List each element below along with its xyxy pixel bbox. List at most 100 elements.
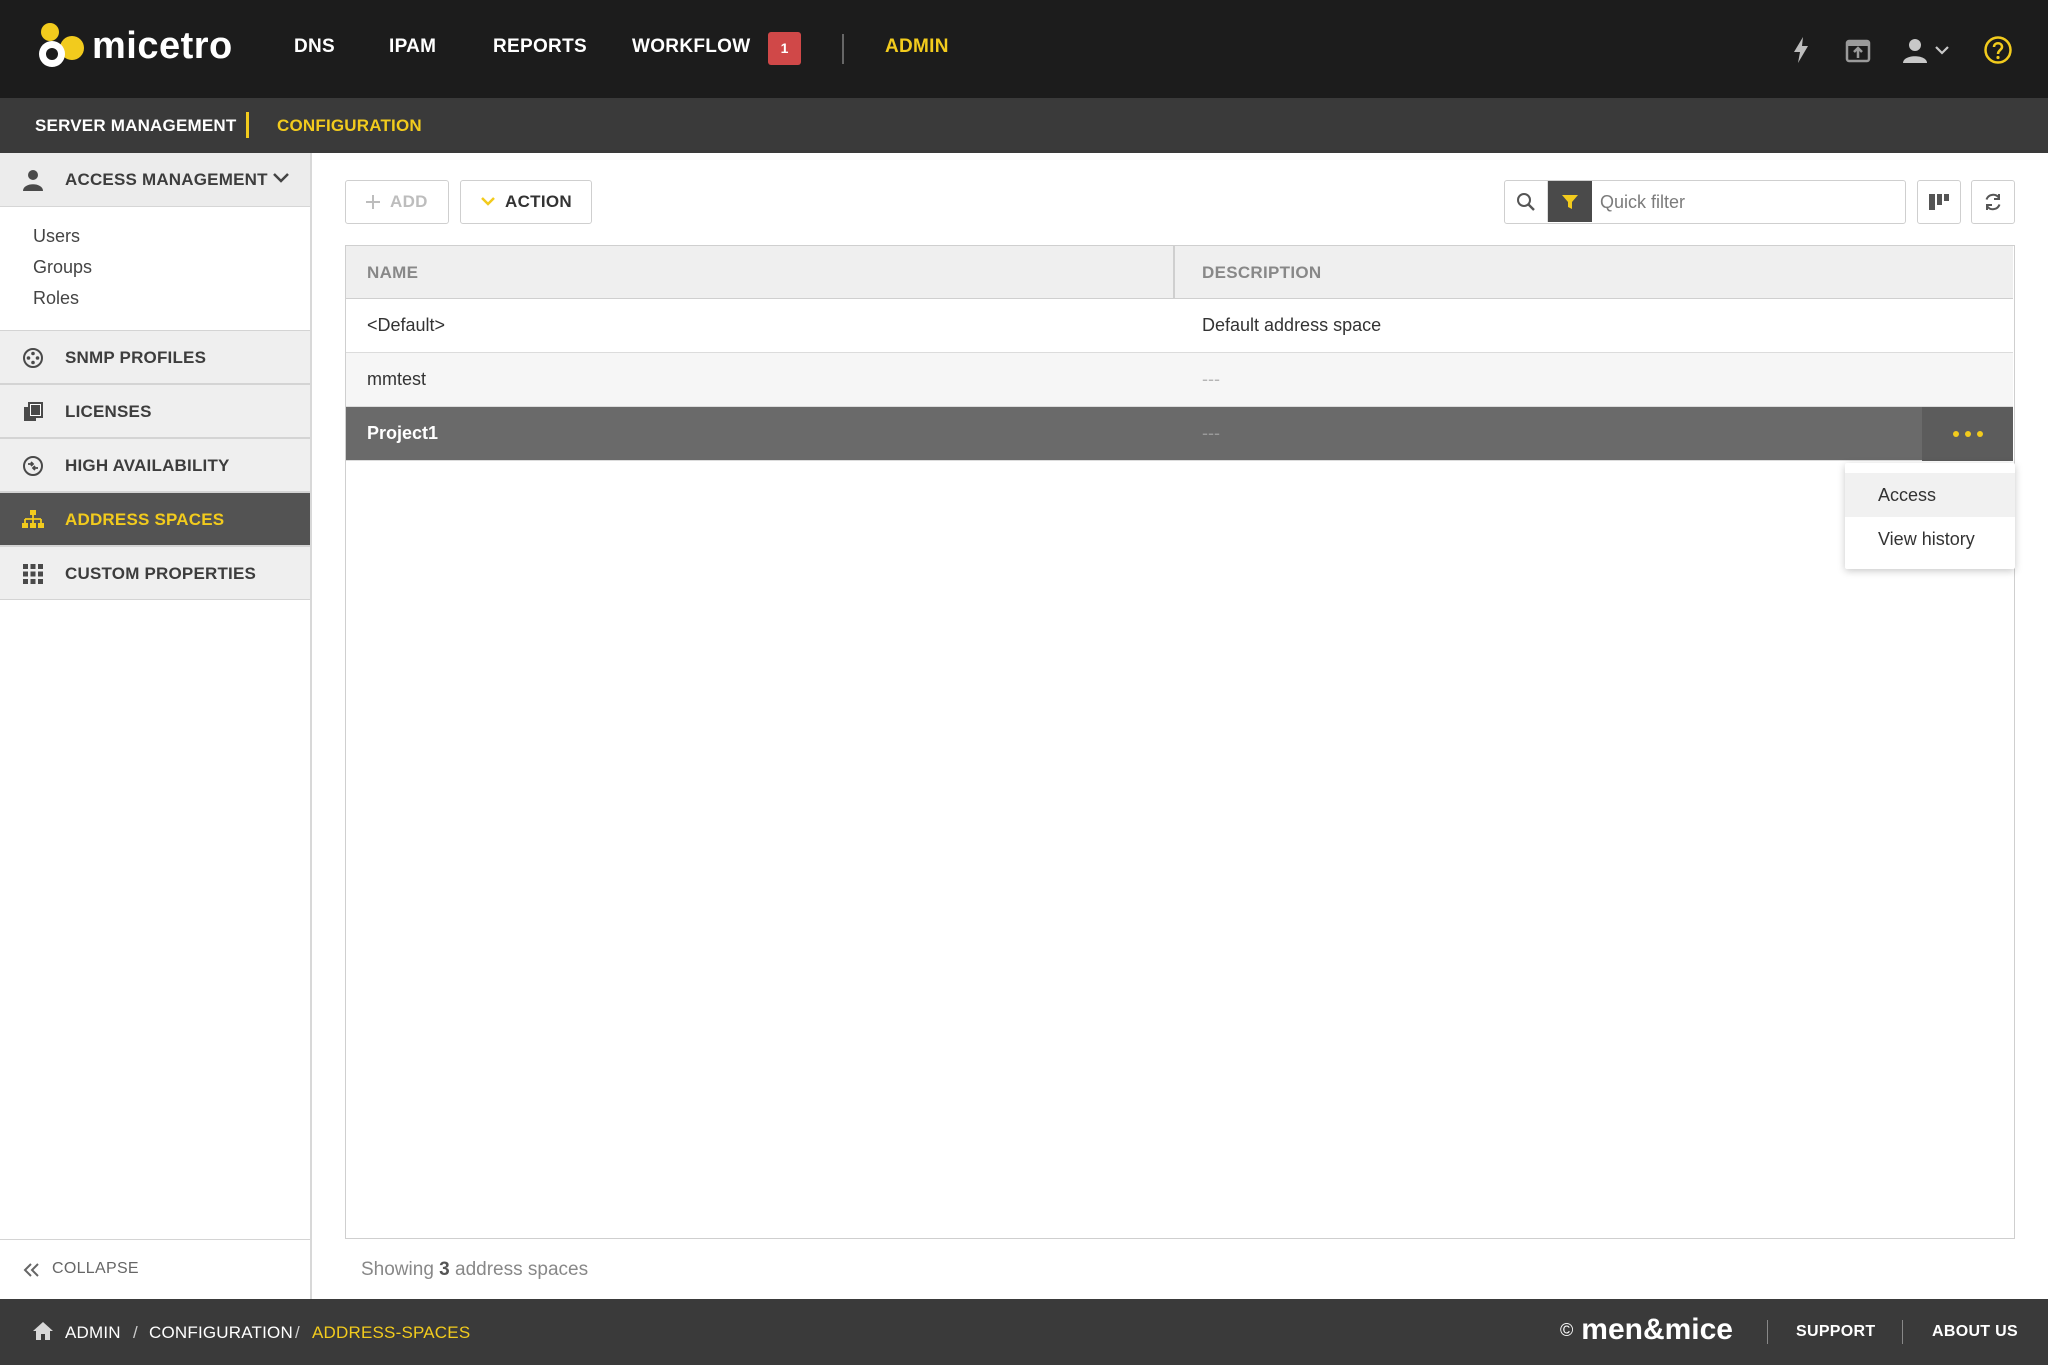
subnav-configuration[interactable]: CONFIGURATION <box>277 116 422 136</box>
table-status: Showing 3 address spaces <box>361 1259 588 1281</box>
subnav-divider <box>246 112 249 138</box>
nav-admin[interactable]: ADMIN <box>885 36 949 58</box>
logo-text: micetro <box>92 24 233 67</box>
sidebar-item-label: HIGH AVAILABILITY <box>65 456 230 475</box>
sidebar-item-licenses[interactable]: LICENSES <box>0 384 310 438</box>
table-row-selected[interactable]: Project1 --- <box>346 407 2013 461</box>
context-menu-item-access[interactable]: Access <box>1845 473 2015 517</box>
search-icon[interactable] <box>1505 181 1548 222</box>
sidebar-item-high-availability[interactable]: HIGH AVAILABILITY <box>0 438 310 492</box>
sidebar-item-label: SNMP PROFILES <box>65 348 207 367</box>
snmp-icon <box>20 346 46 370</box>
add-button-label: ADD <box>390 192 428 211</box>
sidebar-access-management-header[interactable]: ACCESS MANAGEMENT <box>0 153 310 207</box>
footer-divider <box>1767 1320 1768 1344</box>
quick-filter <box>1504 180 1906 224</box>
user-icon <box>20 168 46 192</box>
micetro-logo-icon <box>39 23 84 67</box>
sidebar-item-label: ADDRESS SPACES <box>65 510 225 529</box>
plus-icon <box>366 195 380 209</box>
table-row[interactable]: mmtest --- <box>346 353 2013 407</box>
sidebar-access-management-label: ACCESS MANAGEMENT <box>65 170 268 189</box>
breadcrumb-address-spaces: ADDRESS-SPACES <box>312 1323 471 1342</box>
nav-ipam[interactable]: IPAM <box>389 36 436 58</box>
column-divider[interactable] <box>1173 246 1175 299</box>
help-icon[interactable] <box>1981 33 2015 67</box>
sidebar: ACCESS MANAGEMENT Users Groups Roles SNM… <box>0 153 312 1299</box>
table-header: NAME DESCRIPTION <box>346 246 2013 299</box>
support-link[interactable]: SUPPORT <box>1796 1323 1875 1341</box>
about-us-link[interactable]: ABOUT US <box>1932 1323 2018 1341</box>
cell-name: <Default> <box>367 315 446 335</box>
status-suffix: address spaces <box>455 1259 589 1280</box>
sidebar-link-roles[interactable]: Roles <box>33 288 79 309</box>
column-layout-button[interactable] <box>1917 180 1961 224</box>
status-count: 3 <box>439 1259 450 1280</box>
footer-divider <box>1902 1320 1903 1344</box>
collapse-label: COLLAPSE <box>52 1260 139 1277</box>
chevron-down-icon <box>481 197 495 206</box>
home-icon[interactable] <box>32 1321 54 1346</box>
chevron-down-icon[interactable] <box>271 170 291 191</box>
top-navigation-bar: micetro DNS IPAM REPORTS WORKFLOW 1 ADMI… <box>0 0 2048 98</box>
sub-navigation-bar: SERVER MANAGEMENT CONFIGURATION <box>0 98 2048 153</box>
cell-description: --- <box>1202 423 1220 443</box>
high-availability-icon <box>20 454 46 478</box>
sidebar-item-address-spaces[interactable]: ADDRESS SPACES <box>0 492 310 546</box>
breadcrumb-separator: / <box>133 1323 138 1342</box>
upload-box-icon[interactable] <box>1841 33 1875 67</box>
sidebar-item-label: LICENSES <box>65 402 152 421</box>
sidebar-item-snmp-profiles[interactable]: SNMP PROFILES <box>0 330 310 384</box>
nav-divider <box>842 34 844 64</box>
brand-name: men&mice <box>1581 1313 1733 1346</box>
micetro-logo[interactable]: micetro <box>36 20 233 72</box>
licenses-icon <box>20 400 46 424</box>
double-chevron-left-icon <box>23 1262 41 1283</box>
nav-workflow[interactable]: WORKFLOW <box>632 36 750 58</box>
workflow-badge[interactable]: 1 <box>768 32 801 65</box>
user-icon[interactable] <box>1898 33 1932 67</box>
sidebar-item-label: CUSTOM PROPERTIES <box>65 564 257 583</box>
cell-description: --- <box>1202 369 1220 389</box>
lightning-icon[interactable] <box>1784 33 1818 67</box>
nav-dns[interactable]: DNS <box>294 36 335 58</box>
row-context-menu: Access View history <box>1845 463 2015 569</box>
context-menu-label: Access <box>1878 485 1937 505</box>
column-header-name[interactable]: NAME <box>367 263 418 283</box>
table-row[interactable]: <Default> Default address space <box>346 299 2013 353</box>
action-button[interactable]: ACTION <box>460 180 592 224</box>
sidebar-item-custom-properties[interactable]: CUSTOM PROPERTIES <box>0 546 310 600</box>
sidebar-link-groups[interactable]: Groups <box>33 257 92 278</box>
copyright-symbol: © <box>1560 1320 1574 1340</box>
column-header-description[interactable]: DESCRIPTION <box>1202 263 1321 283</box>
subnav-server-management[interactable]: SERVER MANAGEMENT <box>35 116 236 136</box>
footer: ADMIN / CONFIGURATION / ADDRESS-SPACES ©… <box>0 1299 2048 1365</box>
sidebar-link-users[interactable]: Users <box>33 226 80 247</box>
columns-icon <box>1929 194 1949 210</box>
breadcrumb-configuration[interactable]: CONFIGURATION <box>149 1323 293 1343</box>
action-button-label: ACTION <box>505 192 572 211</box>
grid-icon <box>20 562 46 586</box>
sidebar-collapse-button[interactable]: COLLAPSE <box>0 1239 310 1299</box>
context-menu-item-view-history[interactable]: View history <box>1845 517 2015 561</box>
breadcrumb-separator: / <box>295 1323 300 1342</box>
address-spaces-icon <box>20 508 46 532</box>
chevron-down-icon[interactable] <box>1929 33 1955 67</box>
address-spaces-table: NAME DESCRIPTION <Default> Default addre… <box>345 245 2015 1239</box>
cell-name: mmtest <box>367 369 427 389</box>
add-button[interactable]: ADD <box>345 180 449 224</box>
quick-filter-input[interactable] <box>1600 189 1890 215</box>
more-options-dot <box>1964 431 1971 437</box>
cell-name: Project1 <box>367 423 439 443</box>
nav-reports[interactable]: REPORTS <box>493 36 587 58</box>
filter-icon[interactable] <box>1548 181 1592 222</box>
context-menu-label: View history <box>1878 529 1975 549</box>
cell-description: Default address space <box>1202 315 1382 335</box>
refresh-button[interactable] <box>1971 180 2015 224</box>
row-more-options-button[interactable] <box>1922 407 2013 461</box>
more-options-dot <box>1976 431 1983 437</box>
more-options-icon <box>1952 431 1959 437</box>
status-prefix: Showing <box>361 1259 434 1280</box>
refresh-icon <box>1985 193 2001 211</box>
breadcrumb-admin[interactable]: ADMIN <box>65 1323 121 1343</box>
